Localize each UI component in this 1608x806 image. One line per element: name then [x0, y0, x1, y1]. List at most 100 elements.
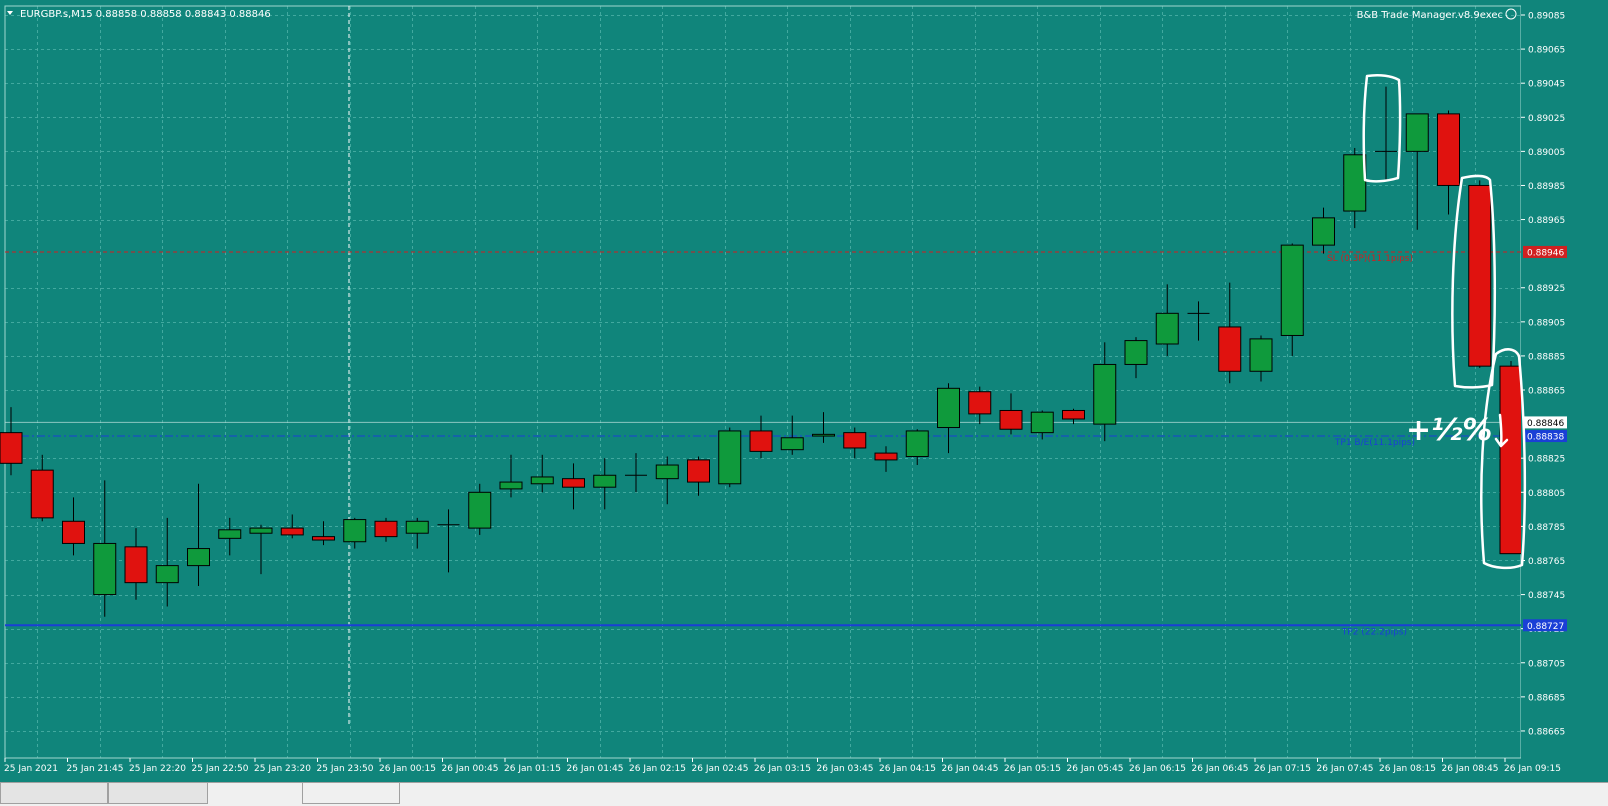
candle-body: [1249, 338, 1273, 372]
time-tick-label: 26 Jan 06:45: [1192, 764, 1249, 774]
price-tick-label: 0.89065: [1528, 46, 1565, 56]
candle-body: [780, 437, 804, 451]
sl-price-tag-text: 0.88946: [1527, 248, 1564, 258]
candle-body: [374, 520, 398, 538]
chart-tab-2[interactable]: [108, 783, 208, 804]
chart-tab-bar: [0, 782, 1608, 806]
candle-body: [1437, 113, 1460, 186]
time-tick-label: 26 Jan 00:15: [379, 764, 436, 774]
price-tick-label: 0.88685: [1528, 693, 1565, 703]
candle-body: [1062, 409, 1085, 420]
time-tick-label: 26 Jan 08:15: [1379, 764, 1436, 774]
candle-body: [812, 433, 835, 437]
time-tick-label: 26 Jan 02:15: [629, 764, 686, 774]
time-tick-label: 26 Jan 00:45: [442, 764, 499, 774]
price-tick-label: 0.88785: [1528, 523, 1565, 533]
candle-bear[interactable]: [1499, 361, 1523, 555]
candle-body: [30, 469, 54, 519]
candle-body: [1280, 244, 1304, 336]
time-tick-label: 26 Jan 03:45: [817, 764, 874, 774]
price-tick-label: 0.88885: [1528, 352, 1565, 362]
candle-body: [218, 529, 242, 539]
tp2-price-tag-text: 0.88727: [1527, 622, 1564, 632]
candle-body: [1124, 340, 1148, 365]
candle-body: [1218, 326, 1242, 372]
price-tick-label: 0.88765: [1528, 557, 1565, 567]
price-tick-label: 0.88825: [1528, 455, 1565, 465]
candle-body: [937, 387, 960, 429]
candle-bear[interactable]: [1468, 180, 1492, 368]
level-label-tp1: TP1 B/E(11.1pips): [1334, 438, 1415, 448]
time-tick-label: 25 Jan 23:20: [254, 764, 311, 774]
level-label-tp2: TP2 (22.2pips): [1341, 627, 1407, 637]
candle-body: [249, 527, 273, 534]
candle-body: [312, 536, 335, 541]
chart-window[interactable]: SL (0.3P)(11.1pips) TP1 B/E(11.1pips) TP2 …: [0, 0, 1608, 806]
tp1-price-tag-text: 0.88838: [1527, 433, 1564, 443]
time-tick-label: 26 Jan 09:15: [1504, 764, 1561, 774]
time-tick-label: 25 Jan 21:45: [67, 764, 124, 774]
time-tick-label: 26 Jan 06:15: [1129, 764, 1186, 774]
candle-body: [843, 432, 867, 449]
price-tick-label: 0.88965: [1528, 216, 1565, 226]
time-tick-label: 26 Jan 04:45: [942, 764, 999, 774]
price-tick-label: 0.88865: [1528, 387, 1565, 397]
price-tick-label: 0.89085: [1528, 12, 1565, 22]
price-tick-label: 0.88805: [1528, 489, 1565, 499]
candle-body: [655, 464, 679, 480]
price-tick-label: 0.88705: [1528, 659, 1565, 669]
candle-body: [1499, 365, 1523, 555]
time-tick-label: 26 Jan 05:15: [1004, 764, 1061, 774]
candle-body: [1343, 154, 1367, 212]
candle-body: [1030, 411, 1054, 434]
chart-tab-1[interactable]: [0, 783, 108, 804]
price-chart[interactable]: SL (0.3P)(11.1pips) TP1 B/E(11.1pips) TP2 …: [0, 0, 1608, 782]
candle-body: [405, 520, 429, 534]
price-tick-label: 0.89045: [1528, 80, 1565, 90]
candle-body: [593, 474, 617, 488]
price-tick-label: 0.88925: [1528, 284, 1565, 294]
time-tick-label: 26 Jan 08:45: [1442, 764, 1499, 774]
candle-bull[interactable]: [718, 427, 742, 488]
price-tick-label: 0.89005: [1528, 148, 1565, 158]
candle-body: [187, 548, 210, 567]
tp2-price-tag: 0.88727: [1523, 619, 1567, 632]
tp1-price-tag: 0.88838: [1523, 430, 1567, 443]
candle-body: [1093, 363, 1117, 425]
price-tick-label: 0.88665: [1528, 727, 1565, 737]
expert-advisor-label: B&B Trade Manager.v8.9exec: [1357, 10, 1503, 21]
candle-body: [905, 430, 929, 458]
time-tick-label: 26 Jan 04:15: [879, 764, 936, 774]
time-tick-label: 26 Jan 02:45: [692, 764, 749, 774]
time-tick-label: 26 Jan 05:45: [1067, 764, 1124, 774]
candle-body: [562, 478, 585, 488]
candle-body: [874, 452, 898, 461]
candle-body: [468, 491, 492, 529]
candle-body: [1312, 217, 1335, 246]
time-tick-label: 25 Jan 23:50: [317, 764, 374, 774]
price-tick-label: 0.88905: [1528, 318, 1565, 328]
candle-body: [93, 542, 117, 596]
candle-body: [124, 546, 148, 584]
candle-body: [718, 430, 742, 485]
candle-body: [687, 459, 710, 483]
price-tick-label: 0.88985: [1528, 182, 1565, 192]
time-tick-label: 25 Jan 2021: [4, 764, 58, 774]
time-tick-label: 26 Jan 01:15: [504, 764, 561, 774]
time-tick-label: 26 Jan 07:45: [1317, 764, 1374, 774]
price-tick-label: 0.89025: [1528, 114, 1565, 124]
time-tick-label: 26 Jan 07:15: [1254, 764, 1311, 774]
candle-body: [155, 565, 179, 584]
candle-body: [1155, 312, 1179, 345]
sl-price-tag: 0.88946: [1523, 245, 1567, 258]
candle-body: [0, 432, 23, 464]
candle-body: [530, 476, 554, 485]
candle-body: [968, 391, 992, 415]
candle-body: [999, 409, 1023, 430]
chart-tab-3[interactable]: [302, 783, 400, 804]
candle-body: [1405, 113, 1429, 152]
time-tick-label: 25 Jan 22:20: [129, 764, 186, 774]
price-axis[interactable]: 0.89085 0.89065 0.89045 0.89025 0.89005 0.889…: [1521, 0, 1608, 782]
candle-body: [499, 481, 523, 490]
symbol-info: EURGBP.s,M15 0.88858 0.88858 0.88843 0.8…: [20, 9, 271, 20]
